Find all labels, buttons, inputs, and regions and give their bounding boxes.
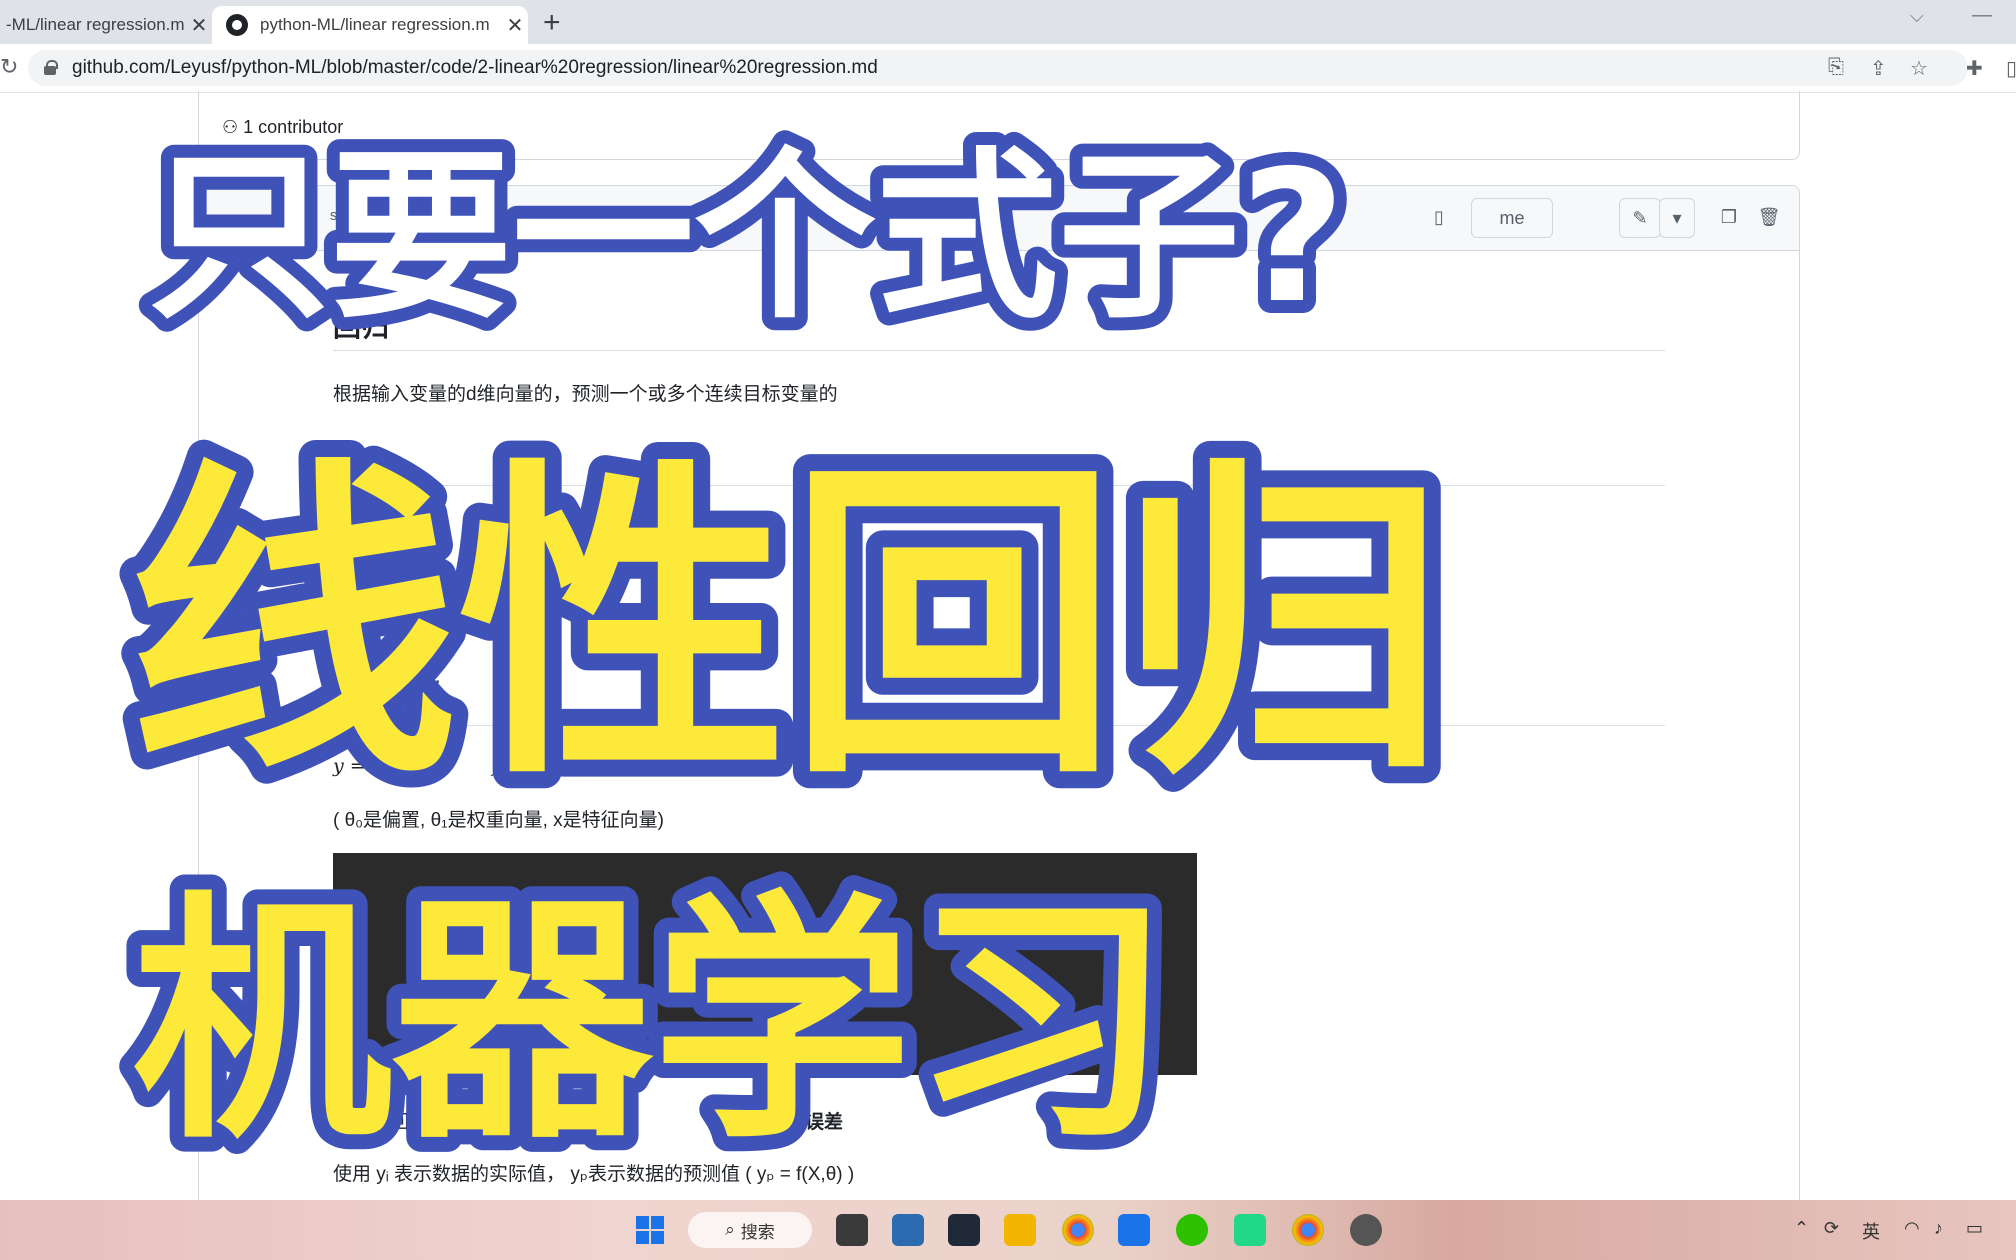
contributors-box [198,91,1800,160]
sync-icon[interactable]: ⟳ [1824,1218,1839,1239]
chevron-down-icon[interactable]: ▾ [1659,198,1695,238]
address-bar[interactable]: github.com/Leyusf/python-ML/blob/master/… [28,50,1968,86]
people-icon: ⚇ [222,117,239,137]
app-icon[interactable] [948,1214,980,1246]
task-view-icon[interactable] [836,1214,868,1246]
extensions-icon[interactable]: ✚ [1966,56,1983,81]
math-image: x = xᵀ [ [333,853,1197,1075]
share-icon[interactable]: ⇪ [1870,56,1887,81]
file-header: s (5 ▯ me ✎ ▾ ❐ 🗑 [199,186,1799,251]
ime-indicator[interactable]: 英 [1862,1218,1880,1244]
minimize-icon[interactable]: — [1972,4,1992,27]
md-fragment-cheng: 程 [620,618,640,639]
translate-icon[interactable]: ⎘ [1828,56,1844,79]
url-text[interactable]: github.com/Leyusf/python-ML/blob/master/… [72,57,878,79]
md-paragraph-3: 使用 yᵢ 表示数据的实际值， yₚ表示数据的预测值 ( yₚ = f(X,θ)… [333,1164,855,1185]
battery-icon[interactable]: ▭ [1966,1218,1983,1239]
pencil-icon[interactable]: ✎ [1619,198,1661,238]
mail-icon[interactable] [1118,1214,1150,1246]
reload-icon[interactable]: ↻ [0,54,18,80]
math-bracket: [ [775,923,799,993]
math-x-transpose: xᵀ [811,943,845,983]
md-heading-regression: 回归 [333,311,390,342]
github-icon [226,14,248,36]
tab-active[interactable]: python-ML/linear regression.m ✕ [212,6,528,44]
tab-title: python-ML/linear regression.m [260,15,490,34]
md-paragraph-2: 在这个回任务中，找 [333,1112,505,1133]
close-tab-icon[interactable]: ✕ [502,13,528,38]
chrome-icon[interactable] [1292,1214,1324,1246]
section-rule [333,725,1665,726]
search-icon: ⌕ [725,1220,735,1239]
browser-toolbar: ↻ github.com/Leyusf/python-ML/blob/maste… [0,44,2016,93]
md-equation-fx: f(x, [492,755,524,777]
pycharm-icon[interactable] [1234,1214,1266,1246]
windows-start-icon[interactable] [636,1216,664,1244]
tray-chevron-icon[interactable]: ⌃ [1794,1218,1809,1239]
lock-icon[interactable] [44,60,58,75]
trash-icon[interactable]: 🗑 [1751,198,1787,236]
chrome-icon[interactable] [1062,1214,1094,1246]
file-icon[interactable]: ▯ [1419,198,1459,236]
windows-taskbar: ⌕ 搜索 ⌃ ⟳ 英 ◠ ♪ ▭ [0,1200,2016,1260]
taskbar-search[interactable]: ⌕ 搜索 [688,1212,812,1248]
widgets-icon[interactable] [892,1214,924,1246]
close-tab-icon[interactable]: ✕ [186,13,212,38]
wechat-icon[interactable] [1176,1214,1208,1246]
new-tab-button[interactable]: + [543,6,561,40]
math-x-eq: x = [475,943,534,983]
blame-button[interactable]: me [1471,198,1553,238]
md-paragraph-2-bold: 测误差 [786,1112,844,1133]
sidebar-icon[interactable]: ▯ [2006,56,2016,81]
volume-icon[interactable]: ♪ [1934,1218,1943,1239]
heading-rule [333,350,1665,351]
md-fragment-y: y. [428,673,443,695]
wifi-icon[interactable]: ◠ [1904,1218,1920,1239]
contributors-count[interactable]: ⚇ 1 contributor [222,117,343,138]
tab-previous[interactable]: -ML/linear regression.m ✕ [0,6,212,44]
md-paragraph-1: 根据输入变量的d维向量的，预测一个或多个连续目标变量的 [333,384,838,405]
copy-icon[interactable]: ❐ [1711,198,1747,236]
star-icon[interactable]: ☆ [1910,56,1928,81]
md-caption: ( θ₀是偏置, θ₁是权重向量, x是特征向量) [333,810,664,831]
obs-icon[interactable] [1350,1214,1382,1246]
section-rule [333,485,1665,486]
md-equation-y: y = [333,755,366,777]
tab-search-chevron-icon[interactable]: ⌵ [1910,6,1924,27]
tab-title: -ML/linear regression.m [6,15,185,34]
line-count: s (5 [329,208,366,225]
github-file-page: ⚇ 1 contributor s (5 ▯ me ✎ ▾ ❐ 🗑 回归 根据输… [0,91,2016,1227]
tab-strip: -ML/linear regression.m ✕ python-ML/line… [0,0,2016,44]
file-explorer-icon[interactable] [1004,1214,1036,1246]
